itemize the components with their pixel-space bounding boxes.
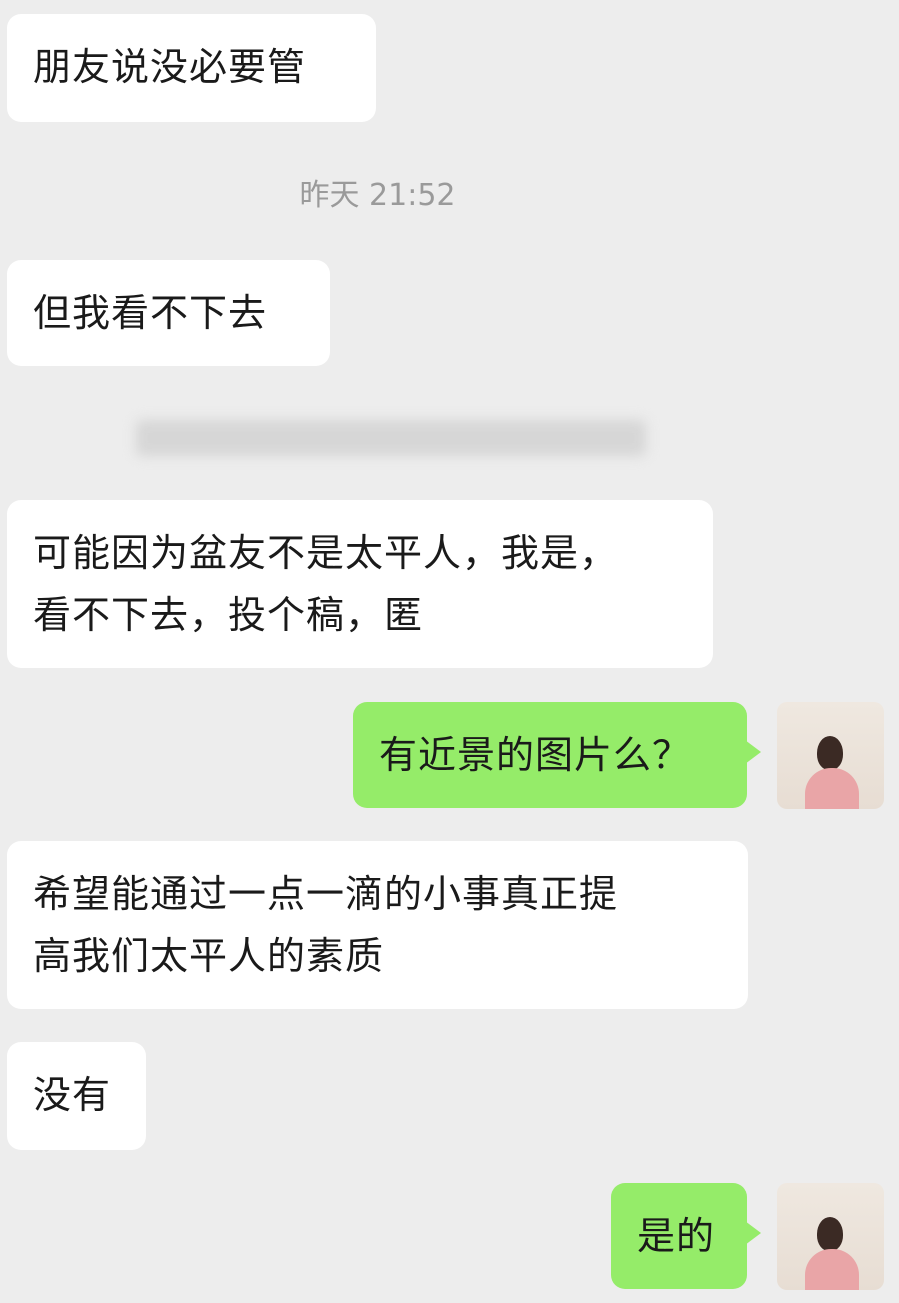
avatar-head: [817, 736, 843, 770]
message-bubble-incoming[interactable]: 没有: [7, 1042, 146, 1150]
user-avatar[interactable]: [777, 702, 884, 809]
message-bubble-outgoing[interactable]: 是的: [611, 1183, 761, 1289]
chat-history[interactable]: 朋友说没必要管 昨天 21:52 但我看不下去 可能因为盆友不是太平人，我是， …: [0, 0, 899, 1303]
message-bubble-outgoing[interactable]: 有近景的图片么？: [353, 702, 761, 808]
message-bubble-incoming[interactable]: 可能因为盆友不是太平人，我是， 看不下去，投个稿，匿: [7, 500, 713, 668]
avatar-head: [817, 1217, 843, 1251]
redacted-notice: [136, 420, 646, 456]
timestamp: 昨天 21:52: [299, 178, 456, 213]
message-bubble-incoming[interactable]: 但我看不下去: [7, 260, 330, 366]
message-bubble-incoming[interactable]: 希望能通过一点一滴的小事真正提 高我们太平人的素质: [7, 841, 748, 1009]
user-avatar[interactable]: [777, 1183, 884, 1290]
avatar-body: [805, 1249, 859, 1290]
message-bubble-incoming[interactable]: 朋友说没必要管: [7, 14, 376, 122]
avatar-body: [805, 768, 859, 809]
